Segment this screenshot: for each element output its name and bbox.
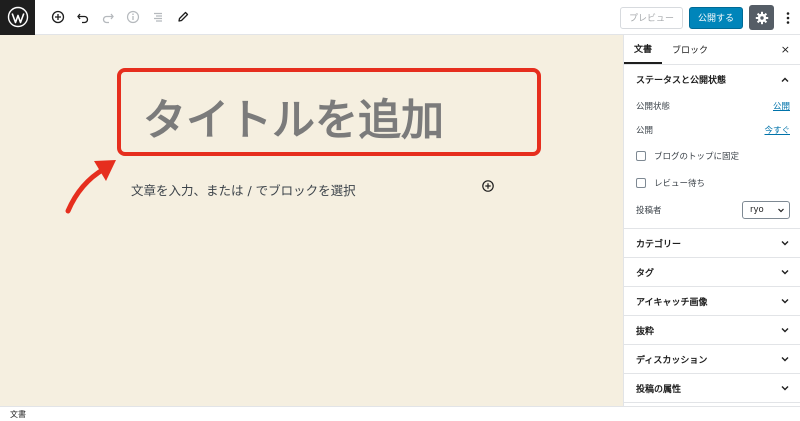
chevron-down-icon [781,386,789,391]
panel-header-status[interactable]: ステータスと公開状態 [624,65,800,94]
author-label: 投稿者 [636,206,662,216]
edit-tools-icon[interactable] [171,5,195,29]
pending-label: レビュー待ち [654,178,706,189]
redo-icon[interactable] [96,5,120,29]
pending-checkbox[interactable] [636,177,646,188]
publish-date-link[interactable]: 今すぐ [764,124,790,136]
publish-button[interactable]: 公開する [688,6,743,29]
chevron-down-icon [781,299,789,304]
author-select[interactable]: ryo [742,201,790,219]
panel-header-discussion[interactable]: ディスカッション [624,345,800,374]
panel-title: 投稿の属性 [636,384,682,395]
list-view-icon[interactable] [146,5,170,29]
gear-icon [755,11,768,24]
sticky-label: ブログのトップに固定 [654,151,740,162]
author-value: ryo [750,205,764,215]
publish-label: 公開 [636,126,654,136]
panel-header-post-attributes[interactable]: 投稿の属性 [624,374,800,403]
title-input[interactable]: タイトルを追加 [143,86,444,148]
panel-title: ディスカッション [636,355,708,366]
undo-icon[interactable] [71,5,95,29]
editor-canvas: タイトルを追加 文章を入力、または / でブロックを選択 [0,35,623,406]
panel-header-featured-image[interactable]: アイキャッチ画像 [624,287,800,316]
panel-title: タグ [636,268,655,279]
sticky-checkbox[interactable] [636,150,646,161]
chevron-down-icon [781,357,789,362]
visibility-label: 公開状態 [636,102,671,112]
chevron-down-icon [781,270,789,275]
close-icon[interactable]: × [781,43,790,56]
preview-button[interactable]: プレビュー [619,6,683,29]
publish-row: 公開 今すぐ [624,118,800,142]
panel-header-tags[interactable]: タグ [624,258,800,287]
inline-add-block-icon[interactable] [481,179,495,193]
title-highlight-box: タイトルを追加 [117,68,541,156]
chevron-up-icon [781,77,789,82]
editor-toolbar: プレビュー 公開する [0,0,800,35]
sticky-row: ブログのトップに固定 [624,142,800,169]
panel-header-categories[interactable]: カテゴリー [624,229,800,258]
visibility-row: 公開状態 公開 [624,94,800,118]
settings-button[interactable] [749,5,774,30]
panel-header-excerpt[interactable]: 抜粋 [624,316,800,345]
panel-title: 抜粋 [636,326,655,337]
panel-title: アイキャッチ画像 [636,297,708,308]
wordpress-icon[interactable] [0,0,35,35]
annotation-arrow-icon [65,160,116,214]
panel-title: ステータスと公開状態 [636,76,727,86]
more-vertical-icon [786,11,790,24]
pending-row: レビュー待ち [624,169,800,196]
chevron-down-icon [778,208,784,213]
sidebar-tabs: 文書 ブロック × [624,35,800,65]
info-icon[interactable] [121,5,145,29]
tab-block[interactable]: ブロック [662,35,718,64]
panel-title: カテゴリー [636,239,682,250]
body-placeholder[interactable]: 文章を入力、または / でブロックを選択 [131,180,356,199]
more-options-button[interactable] [780,5,796,30]
status-visibility-panel: ステータスと公開状態 公開状態 公開 公開 今すぐ ブログのトップに固定 レビュ… [624,65,800,229]
visibility-link[interactable]: 公開 [773,100,790,112]
add-block-icon[interactable] [46,5,70,29]
settings-sidebar: 文書 ブロック × ステータスと公開状態 公開状態 公開 公開 今すぐ ブログの… [623,35,800,406]
block-breadcrumb: 文書 [0,406,800,421]
chevron-down-icon [781,328,789,333]
breadcrumb-document[interactable]: 文書 [10,409,26,420]
chevron-down-icon [781,241,789,246]
tab-document[interactable]: 文書 [624,35,663,64]
author-row: 投稿者 ryo [624,196,800,224]
